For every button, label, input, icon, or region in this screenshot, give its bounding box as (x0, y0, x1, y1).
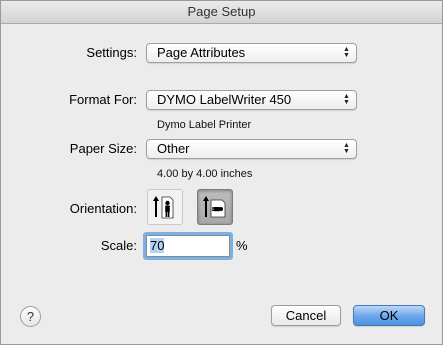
paper-size-value: Other (157, 141, 190, 156)
format-for-value: DYMO LabelWriter 450 (157, 92, 292, 107)
paper-size-popup[interactable]: Other ▲ ▼ (146, 139, 357, 159)
landscape-orientation-icon (203, 196, 226, 218)
up-down-arrows-icon: ▲ ▼ (343, 93, 350, 106)
printer-description: Dymo Label Printer (157, 119, 252, 131)
help-button[interactable]: ? (20, 306, 41, 327)
scale-value: 70 (150, 238, 165, 253)
format-for-popup[interactable]: DYMO LabelWriter 450 ▲ ▼ (146, 90, 357, 110)
settings-value: Page Attributes (157, 45, 246, 60)
portrait-orientation-icon (153, 196, 174, 219)
paper-size-description: 4.00 by 4.00 inches (157, 168, 253, 180)
portrait-orientation-button[interactable] (147, 189, 183, 225)
landscape-orientation-button[interactable] (197, 189, 233, 225)
paper-size-label: Paper Size: (69, 141, 137, 156)
ok-button[interactable]: OK (353, 305, 425, 326)
format-for-label: Format For: (69, 92, 137, 107)
window-title: Page Setup (1, 1, 442, 24)
scale-input[interactable]: 70 (146, 235, 230, 257)
up-down-arrows-icon: ▲ ▼ (343, 46, 350, 59)
page-setup-dialog: Page Setup Settings: Page Attributes ▲ ▼ … (0, 0, 443, 345)
settings-popup[interactable]: Page Attributes ▲ ▼ (146, 43, 357, 63)
orientation-label: Orientation: (69, 201, 137, 216)
settings-label: Settings: (86, 45, 137, 60)
cancel-button[interactable]: Cancel (271, 305, 341, 326)
scale-label: Scale: (100, 238, 137, 253)
scale-unit: % (236, 238, 248, 253)
up-down-arrows-icon: ▲ ▼ (343, 142, 350, 155)
